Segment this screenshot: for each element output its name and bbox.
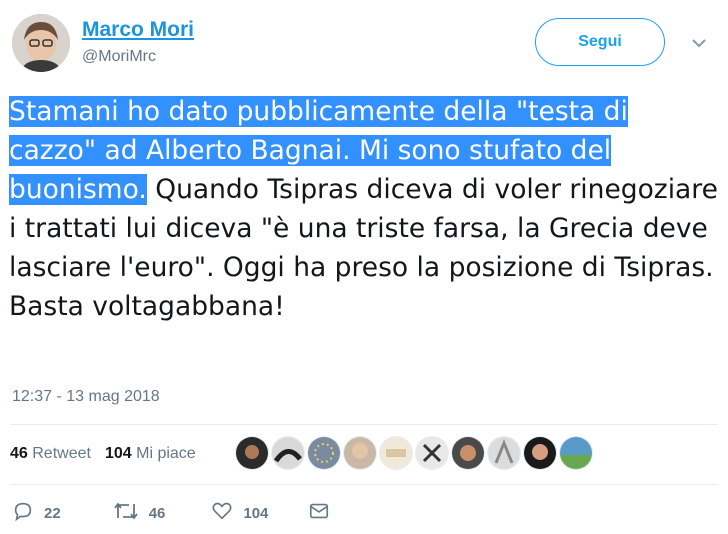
reply-icon xyxy=(12,500,44,526)
heart-icon xyxy=(211,500,243,526)
follow-button[interactable]: Segui xyxy=(535,18,665,66)
tweet-timestamp[interactable]: 12:37 - 13 mag 2018 xyxy=(12,388,160,406)
tweet-actions: 22 46 104 xyxy=(12,500,340,526)
liker-avatar[interactable] xyxy=(488,437,520,469)
retweet-icon xyxy=(113,500,149,526)
liker-avatar[interactable] xyxy=(452,437,484,469)
retweet-action[interactable]: 46 xyxy=(113,500,166,526)
divider xyxy=(10,424,718,425)
liker-avatar[interactable] xyxy=(416,437,448,469)
like-action[interactable]: 104 xyxy=(211,500,268,526)
like-label: Mi piace xyxy=(136,445,196,462)
liker-avatar[interactable] xyxy=(524,437,556,469)
author-handle[interactable]: @MoriMrc xyxy=(82,48,156,66)
like-action-count: 104 xyxy=(243,504,269,522)
chevron-down-icon[interactable] xyxy=(688,32,710,54)
retweet-count-link[interactable]: 46 Retweet xyxy=(10,445,91,463)
engagement-stats: 46 Retweet 104 Mi piace xyxy=(10,445,196,463)
liker-avatar[interactable] xyxy=(308,437,340,469)
like-count: 104 xyxy=(104,445,132,462)
reply-count: 22 xyxy=(44,504,61,522)
direct-message-action[interactable] xyxy=(308,500,340,526)
author-name[interactable]: Marco Mori xyxy=(82,18,194,42)
liker-avatar[interactable] xyxy=(236,437,268,469)
divider xyxy=(10,484,718,485)
tweet-text: Stamani ho dato pubblicamente della "tes… xyxy=(9,92,721,326)
envelope-icon xyxy=(308,500,340,526)
like-count-link[interactable]: 104 Mi piace xyxy=(105,445,196,463)
liker-avatar[interactable] xyxy=(272,437,304,469)
retweet-count: 46 xyxy=(10,445,28,462)
liker-avatars xyxy=(236,437,596,469)
liker-avatar[interactable] xyxy=(380,437,412,469)
liker-avatar[interactable] xyxy=(560,437,592,469)
retweet-label: Retweet xyxy=(32,445,91,462)
liker-avatar[interactable] xyxy=(344,437,376,469)
reply-action[interactable]: 22 xyxy=(12,500,61,526)
author-avatar[interactable] xyxy=(12,14,70,72)
retweet-action-count: 46 xyxy=(148,504,166,522)
